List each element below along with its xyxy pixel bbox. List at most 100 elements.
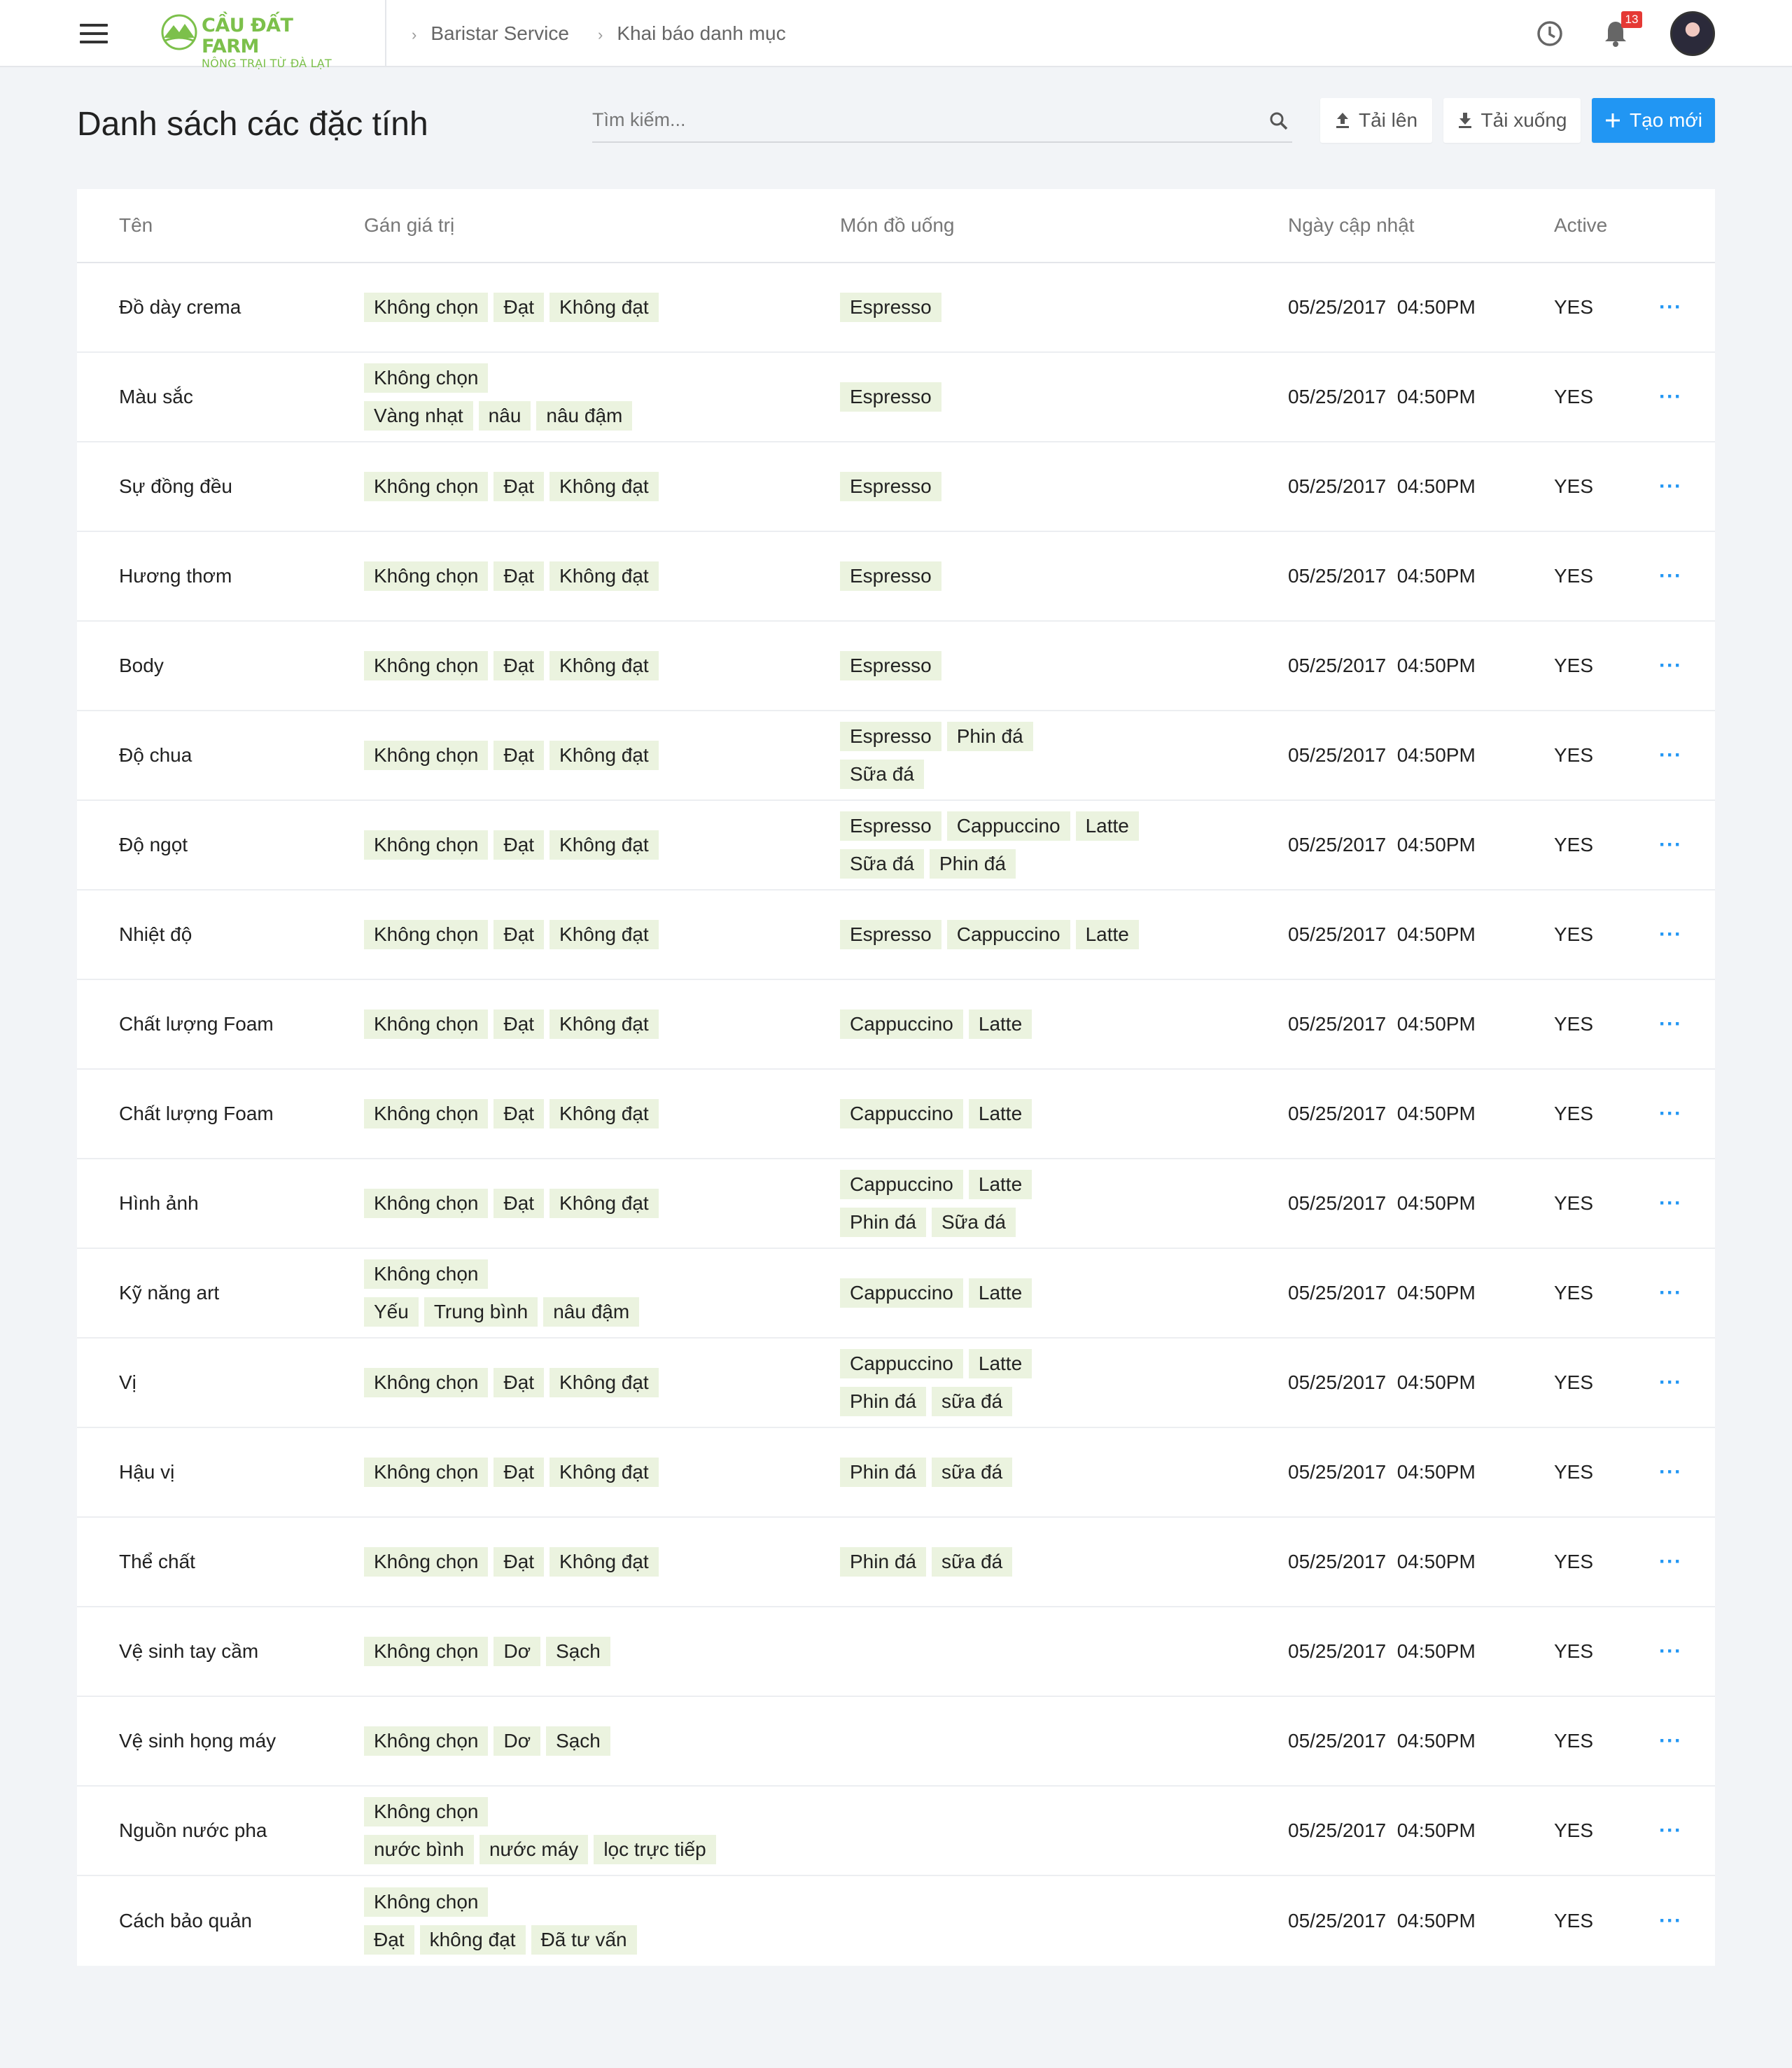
attribute-name: Hình ảnh bbox=[119, 1192, 199, 1214]
drink-tag: Cappuccino bbox=[946, 811, 1070, 841]
value-tag: nước bình bbox=[364, 1835, 474, 1864]
more-actions-icon[interactable]: ··· bbox=[1659, 743, 1682, 767]
active-status: YES bbox=[1554, 655, 1594, 676]
drink-tag: Sữa đá bbox=[840, 849, 924, 879]
more-actions-icon[interactable]: ··· bbox=[1659, 295, 1682, 319]
chevron-right-icon: › bbox=[412, 26, 417, 43]
drink-tag: Phin đá bbox=[840, 1547, 926, 1577]
tag-line: Không chọn Đạt Không đạt bbox=[364, 651, 659, 680]
attributes-table: Tên Gán giá trị Món đồ uống Ngày cập nhậ… bbox=[77, 189, 1715, 1966]
col-drinks-header[interactable]: Món đồ uống bbox=[840, 214, 954, 237]
search-icon[interactable] bbox=[1268, 111, 1289, 135]
table-row[interactable]: Vệ sinh tay cầm Không chọn Dơ Sạch 05/25/201… bbox=[77, 1607, 1715, 1697]
brand-tagline: NÔNG TRẠI TỪ ĐÀ LẠT bbox=[202, 57, 332, 70]
menu-icon[interactable] bbox=[80, 24, 108, 43]
value-tag: Vàng nhạt bbox=[364, 401, 473, 431]
more-actions-icon[interactable]: ··· bbox=[1659, 1012, 1682, 1036]
value-tag: Không đạt bbox=[550, 1458, 659, 1487]
header-divider bbox=[385, 0, 386, 67]
table-row[interactable]: Hậu vị Không chọn Đạt Không đạt Phin đá sữa đ… bbox=[77, 1428, 1715, 1518]
breadcrumb-item[interactable]: › Khai báo danh mục bbox=[598, 22, 786, 45]
more-actions-icon[interactable]: ··· bbox=[1659, 564, 1682, 588]
table-row[interactable]: Chất lượng Foam Không chọn Đạt Không đạt Cap… bbox=[77, 980, 1715, 1070]
tag-line: Không chọn bbox=[364, 1797, 716, 1826]
more-actions-icon[interactable]: ··· bbox=[1659, 1550, 1682, 1574]
more-actions-icon[interactable]: ··· bbox=[1659, 1371, 1682, 1395]
brand-logo[interactable]: CẦU ĐẤT FARM NÔNG TRẠI TỪ ĐÀ LẠT bbox=[160, 13, 342, 70]
col-values-header[interactable]: Gán giá trị bbox=[364, 214, 454, 237]
table-row[interactable]: Hình ảnh Không chọn Đạt Không đạt Cappuccino… bbox=[77, 1159, 1715, 1249]
brand-name: CẦU ĐẤT FARM bbox=[202, 15, 293, 57]
drink-tag: Espresso bbox=[840, 651, 941, 680]
more-actions-icon[interactable]: ··· bbox=[1659, 923, 1682, 946]
col-active-header[interactable]: Active bbox=[1554, 214, 1607, 237]
table-row[interactable]: Cách bảo quản Không chọn Đạt không đạt Đã tư… bbox=[77, 1876, 1715, 1966]
value-tag: Yếu bbox=[364, 1297, 419, 1327]
table-row[interactable]: Sự đồng đều Không chọn Đạt Không đạt Espress… bbox=[77, 442, 1715, 532]
value-tag: Sạch bbox=[546, 1726, 610, 1756]
download-button[interactable]: Tải xuống bbox=[1443, 98, 1581, 143]
create-button[interactable]: Tạo mới bbox=[1592, 98, 1715, 143]
attribute-name: Đồ dày crema bbox=[119, 296, 241, 318]
more-actions-icon[interactable]: ··· bbox=[1659, 1281, 1682, 1305]
drink-tag: Cappuccino bbox=[840, 1099, 963, 1129]
value-tag: Không chọn bbox=[364, 1009, 489, 1039]
more-actions-icon[interactable]: ··· bbox=[1659, 654, 1682, 678]
more-actions-icon[interactable]: ··· bbox=[1659, 1909, 1682, 1933]
drink-tags: Espresso bbox=[840, 472, 941, 501]
drink-tag: Sữa đá bbox=[840, 760, 924, 789]
value-tag: Không đạt bbox=[550, 1009, 659, 1039]
more-actions-icon[interactable]: ··· bbox=[1659, 1819, 1682, 1843]
table-row[interactable]: Nhiệt độ Không chọn Đạt Không đạt Espresso Ca… bbox=[77, 890, 1715, 980]
drink-tag: Latte bbox=[968, 1349, 1032, 1378]
top-bar: CẦU ĐẤT FARM NÔNG TRẠI TỪ ĐÀ LẠT › Barist… bbox=[0, 0, 1792, 70]
updated-date: 05/25/2017 04:50PM bbox=[1288, 834, 1476, 855]
more-actions-icon[interactable]: ··· bbox=[1659, 475, 1682, 498]
drink-tag: Latte bbox=[1075, 920, 1139, 949]
drink-tag: Latte bbox=[968, 1009, 1032, 1039]
table-row[interactable]: Đồ dày crema Không chọn Đạt Không đạt Espres… bbox=[77, 263, 1715, 353]
value-tag: Không chọn bbox=[364, 1368, 489, 1397]
more-actions-icon[interactable]: ··· bbox=[1659, 1460, 1682, 1484]
table-row[interactable]: Vị Không chọn Đạt Không đạt Cappuccino Latte P… bbox=[77, 1339, 1715, 1428]
attribute-name: Thể chất bbox=[119, 1551, 195, 1572]
more-actions-icon[interactable]: ··· bbox=[1659, 1102, 1682, 1126]
table-row[interactable]: Kỹ năng art Không chọn Yếu Trung bình nâu đậ… bbox=[77, 1249, 1715, 1339]
value-tags: Không chọn Dơ Sạch bbox=[364, 1726, 610, 1756]
updated-date: 05/25/2017 04:50PM bbox=[1288, 1013, 1476, 1035]
more-actions-icon[interactable]: ··· bbox=[1659, 1729, 1682, 1753]
table-row[interactable]: Body Không chọn Đạt Không đạt Espresso 05/25/… bbox=[77, 622, 1715, 711]
more-actions-icon[interactable]: ··· bbox=[1659, 1640, 1682, 1663]
table-row[interactable]: Độ ngọt Không chọn Đạt Không đạt Espresso Cap… bbox=[77, 801, 1715, 890]
table-row[interactable]: Màu sắc Không chọn Vàng nhạt nâu nâu đậm Espr… bbox=[77, 353, 1715, 442]
table-row[interactable]: Thể chất Không chọn Đạt Không đạt Phin đá sữa… bbox=[77, 1518, 1715, 1607]
tag-line: Phin đá sữa đá bbox=[840, 1458, 1013, 1487]
value-tag: Đạt bbox=[493, 1009, 545, 1039]
active-status: YES bbox=[1554, 1640, 1594, 1662]
tag-line: Espresso bbox=[840, 651, 941, 680]
upload-button[interactable]: Tải lên bbox=[1320, 98, 1432, 143]
more-actions-icon[interactable]: ··· bbox=[1659, 1192, 1682, 1215]
table-row[interactable]: Nguồn nước pha Không chọn nước bình nước má… bbox=[77, 1787, 1715, 1876]
search-input[interactable] bbox=[592, 105, 1222, 131]
table-row[interactable]: Độ chua Không chọn Đạt Không đạt Espresso Phi… bbox=[77, 711, 1715, 801]
table-row[interactable]: Chất lượng Foam Không chọn Đạt Không đạt Cap… bbox=[77, 1070, 1715, 1159]
table-row[interactable]: Vệ sinh họng máy Không chọn Dơ Sạch 05/25/20… bbox=[77, 1697, 1715, 1787]
table-header: Tên Gán giá trị Món đồ uống Ngày cập nhậ… bbox=[77, 189, 1715, 263]
value-tag: Không đạt bbox=[550, 1189, 659, 1218]
value-tag: Dơ bbox=[493, 1637, 541, 1666]
drink-tag: Latte bbox=[968, 1278, 1032, 1308]
col-updated-header[interactable]: Ngày cập nhật bbox=[1288, 214, 1415, 237]
attribute-name: Vị bbox=[119, 1371, 136, 1393]
tag-line: Sữa đá Phin đá bbox=[840, 849, 1139, 879]
drink-tags: Cappuccino Latte bbox=[840, 1278, 1032, 1308]
value-tag: Không chọn bbox=[364, 1189, 489, 1218]
col-name-header[interactable]: Tên bbox=[119, 214, 153, 237]
table-row[interactable]: Hương thơm Không chọn Đạt Không đạt Espresso… bbox=[77, 532, 1715, 622]
breadcrumb-item[interactable]: › Baristar Service bbox=[412, 22, 569, 45]
avatar[interactable] bbox=[1670, 11, 1715, 56]
more-actions-icon[interactable]: ··· bbox=[1659, 385, 1682, 409]
value-tags: Không chọn Đạt Không đạt bbox=[364, 1189, 659, 1218]
history-icon[interactable] bbox=[1536, 20, 1564, 51]
more-actions-icon[interactable]: ··· bbox=[1659, 833, 1682, 857]
